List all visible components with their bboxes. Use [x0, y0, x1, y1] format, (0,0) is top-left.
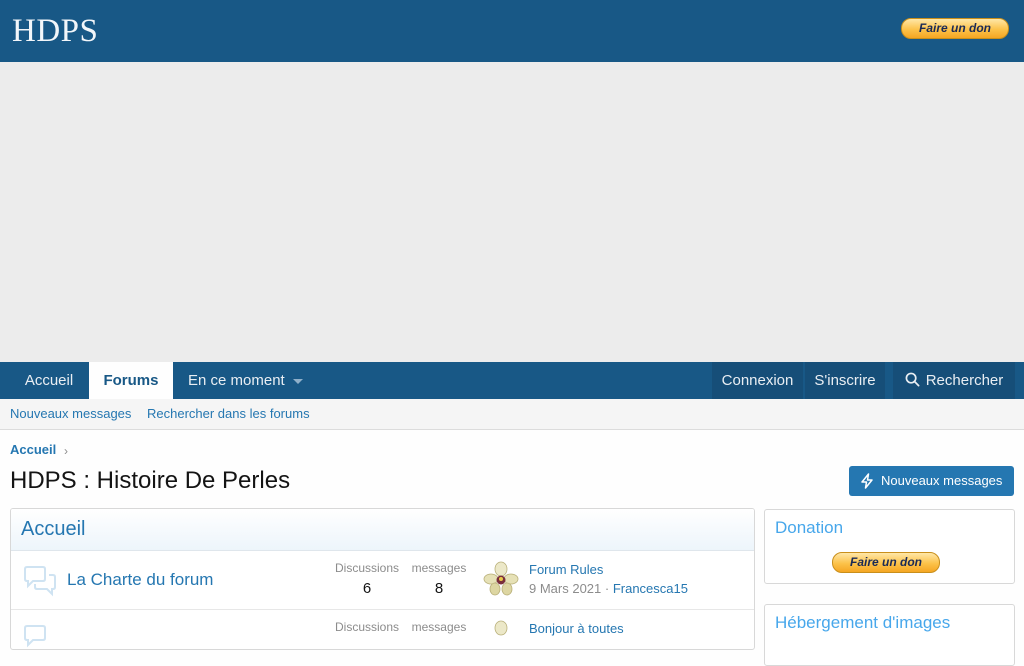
ad-banner-area: [0, 62, 1024, 362]
messages-count: 8: [434, 580, 444, 597]
last-post-user[interactable]: Francesca15: [613, 581, 688, 596]
discussions-label: Discussions: [334, 620, 400, 634]
forum-node: La Charte du forum Discussions 6 message…: [11, 551, 754, 610]
category-header: Accueil: [11, 509, 754, 551]
user-avatar-orchid[interactable]: [483, 620, 519, 650]
login-link[interactable]: Connexion: [712, 362, 803, 399]
forum-title[interactable]: La Charte du forum: [67, 570, 213, 590]
search-forums-link[interactable]: Rechercher dans les forums: [147, 406, 310, 421]
breadcrumb[interactable]: Accueil: [10, 442, 56, 457]
tab-home[interactable]: Accueil: [10, 362, 88, 399]
tab-whats-new-label: En ce moment: [188, 372, 285, 389]
category-title[interactable]: Accueil: [21, 518, 85, 541]
discussions-count: 6: [362, 580, 372, 597]
forum-chat-bubbles-icon: [24, 625, 46, 648]
last-post-date[interactable]: 9 Mars 2021: [529, 581, 601, 596]
page-title: HDPS : Histoire De Perles: [10, 467, 291, 494]
image-hosting-title: Hébergement d'images: [775, 613, 951, 632]
donate-button[interactable]: Faire un don: [901, 18, 1009, 39]
chevron-down-icon[interactable]: [292, 378, 303, 384]
last-post-title[interactable]: Forum Rules: [529, 562, 603, 577]
new-posts-link[interactable]: Nouveaux messages: [10, 406, 131, 421]
forum-node: Discussions messages Bonjour à toutes: [11, 610, 754, 650]
sub-navigation: Nouveaux messages Rechercher dans les fo…: [0, 399, 1024, 430]
image-hosting-widget: Hébergement d'images: [764, 604, 1015, 666]
search-button[interactable]: Rechercher: [893, 362, 1015, 399]
tab-forums[interactable]: Forums: [89, 362, 173, 399]
discussions-label: Discussions: [334, 561, 400, 575]
messages-label: messages: [411, 561, 467, 575]
tab-whats-new[interactable]: En ce moment: [180, 362, 310, 399]
main-navigation: Accueil Forums En ce moment Connexion S'…: [0, 362, 1024, 399]
donation-widget: Donation Faire un don: [764, 509, 1015, 584]
forum-chat-bubbles-icon: [24, 566, 56, 597]
site-header: HDPS Faire un don: [0, 0, 1024, 62]
chevron-right-icon: ›: [64, 444, 68, 458]
messages-label: messages: [411, 620, 467, 634]
search-icon: [905, 372, 920, 387]
sidebar-donate-button[interactable]: Faire un don: [832, 552, 940, 573]
donation-title: Donation: [775, 518, 844, 537]
user-avatar-orchid[interactable]: [483, 561, 519, 597]
new-posts-button-label: Nouveaux messages: [881, 473, 1003, 488]
register-link[interactable]: S'inscrire: [805, 362, 885, 399]
lightning-bolt-icon: [861, 473, 873, 489]
last-post-meta: 9 Mars 2021 · Francesca15: [529, 581, 688, 596]
search-label: Rechercher: [925, 372, 1004, 389]
new-posts-button[interactable]: Nouveaux messages: [849, 466, 1014, 496]
site-logo[interactable]: HDPS: [12, 12, 98, 50]
